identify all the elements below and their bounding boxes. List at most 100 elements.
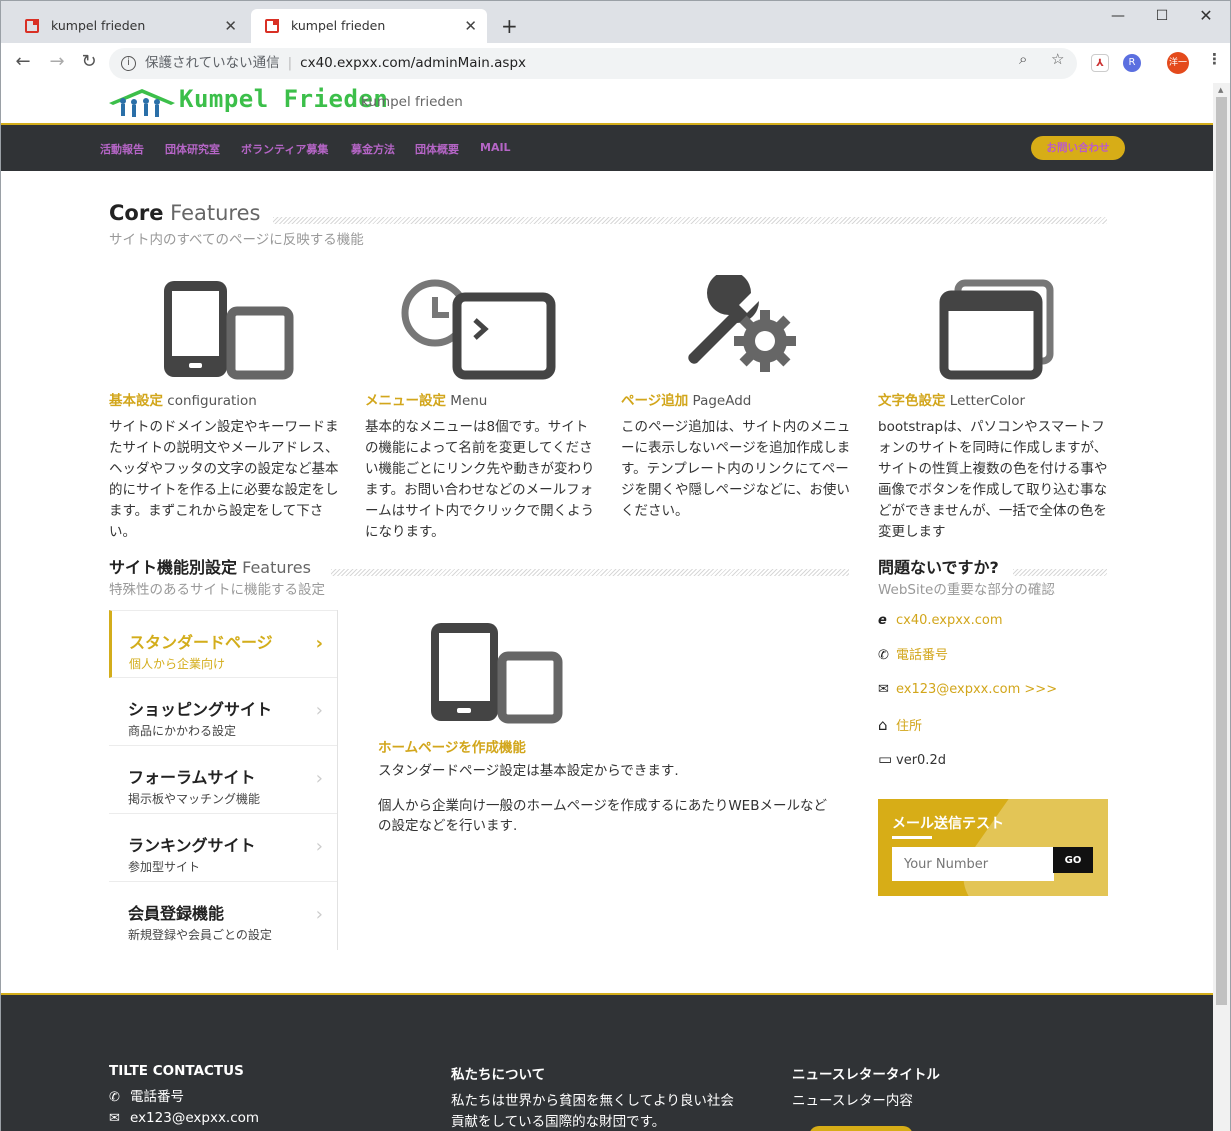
browser-toolbar: ← → ↻ i 保護されていない通信 | cx40.expxx.com/adminM…	[1, 43, 1230, 84]
phone-icon: ✆	[109, 1090, 120, 1105]
core-title-rest: Features	[170, 201, 261, 225]
pane-text-1: スタンダードページ設定は基本設定からできます.	[378, 763, 679, 779]
check-title: 問題ないですか?	[878, 558, 999, 577]
feature-menu: メニュー設定 Menu 基本的なメニューは8個です。サイトの機能によって名前を変…	[365, 275, 597, 543]
maximize-icon[interactable]: ☐	[1139, 5, 1185, 27]
favicon-icon	[265, 19, 279, 33]
nav-item-volunteer[interactable]: ボランティア募集	[241, 141, 328, 157]
menu-item-sub: 新規登録や会員ごとの設定	[128, 928, 272, 942]
menu-kebab-icon[interactable]: ⋮	[1207, 49, 1222, 69]
nav-item-about[interactable]: 団体概要	[415, 141, 459, 157]
site-logo[interactable]: Kumpel Frieden kumpel frieden	[109, 83, 529, 123]
feature-desc: 基本的なメニューは8個です。サイトの機能によって名前を変更してください機能ごとに…	[365, 419, 595, 540]
profile-avatar[interactable]: 洋一	[1167, 52, 1189, 74]
phone-icon: ✆	[878, 648, 889, 663]
house-people-icon	[109, 89, 175, 117]
monitor-icon: ▭	[878, 750, 893, 768]
mail-icon: ✉	[878, 682, 889, 697]
footer-newsletter-title: ニュースレタータイトル	[792, 1067, 940, 1083]
footer-phone[interactable]: ✆ 電話番号	[109, 1087, 259, 1108]
menu-item-title: ランキングサイト	[128, 836, 256, 855]
address-bar[interactable]: i 保護されていない通信 | cx40.expxx.com/adminMain.as…	[109, 48, 1077, 79]
footer-contact-title: TILTE CONTACTUS	[109, 1063, 244, 1079]
scroll-up-icon[interactable]: ▲	[1218, 86, 1223, 94]
page-viewport: Kumpel Frieden kumpel frieden 活動報告 団体研究室…	[0, 83, 1213, 1131]
pdf-extension-icon[interactable]: ⅄	[1091, 54, 1109, 72]
menu-item-title: フォーラムサイト	[128, 768, 256, 787]
feature-title: ページ追加 PageAdd	[621, 393, 752, 409]
check-address[interactable]: ⌂ 住所	[878, 716, 922, 736]
ie-icon: e	[878, 613, 887, 628]
menu-item-title: ショッピングサイト	[128, 700, 273, 719]
chevron-right-icon: ›	[315, 768, 323, 789]
feature-title: 基本設定 configuration	[109, 393, 257, 409]
menu-item-shopping[interactable]: ショッピングサイト 商品にかかわる設定 ›	[109, 678, 337, 746]
title-underline	[892, 836, 932, 839]
forward-icon[interactable]: →	[45, 51, 69, 73]
core-subtitle: サイト内のすべてのページに反映する機能	[109, 232, 364, 248]
menu-item-member[interactable]: 会員登録機能 新規登録や会員ごとの設定 ›	[109, 882, 337, 950]
info-icon[interactable]: i	[121, 56, 136, 71]
number-input[interactable]	[892, 847, 1054, 881]
footer-contact: TILTE CONTACTUS ✆ 電話番号 ✉ ex123@expxx.com	[109, 1063, 259, 1129]
check-subtitle: WebSiteの重要な部分の確認	[878, 582, 1055, 598]
omni-separator: |	[287, 55, 293, 71]
windows-icon	[878, 275, 1110, 385]
footer-email[interactable]: ✉ ex123@expxx.com	[109, 1108, 259, 1129]
devices-icon	[373, 619, 573, 728]
clock-window-icon	[365, 275, 597, 385]
close-tab-icon[interactable]: ✕	[464, 9, 477, 43]
check-domain[interactable]: e cx40.expxx.com	[878, 612, 1003, 630]
nav-item-donation[interactable]: 募金方法	[351, 141, 395, 157]
footer-about-text-1: 私たちは世界から貧困を無くしてより良い社会	[451, 1093, 734, 1109]
footer-newsletter: ニュースレタータイトル ニュースレター内容	[792, 1063, 940, 1112]
title-stripe	[1013, 569, 1107, 576]
check-email[interactable]: ✉ ex123@expxx.com >>>	[878, 681, 1057, 699]
devices-icon	[109, 275, 341, 385]
footer-about-title: 私たちについて	[451, 1067, 546, 1083]
tab-title: kumpel frieden	[291, 18, 386, 33]
feature-desc: サイトのドメイン設定やキーワードまたサイトの説明文やメールアドレス、ヘッダやフッ…	[109, 419, 339, 540]
check-version: ▭ ver0.2d	[878, 750, 946, 768]
feature-desc: bootstrapは、パソコンやスマートフォンのサイトを同時に作成しますが、サイ…	[878, 419, 1108, 540]
footer-newsletter-text: ニュースレター内容	[792, 1093, 913, 1109]
browser-tab-2[interactable]: kumpel frieden ✕	[251, 9, 487, 43]
go-button[interactable]: GO	[1053, 847, 1093, 873]
contact-button[interactable]: お問い合わせ	[1031, 136, 1125, 160]
site-features-title: サイト機能別設定 Features	[109, 554, 311, 578]
check-phone[interactable]: ✆ 電話番号	[878, 647, 948, 665]
menu-item-forum[interactable]: フォーラムサイト 掲示板やマッチング機能 ›	[109, 746, 337, 814]
menu-item-title: スタンダードページ	[129, 633, 273, 652]
browser-chrome: kumpel frieden ✕ kumpel frieden ✕ + — ☐ …	[0, 0, 1231, 84]
pane-text-2: 個人から企業向け一般のホームページを作成するにあたりWEBメールなどの設定などを…	[378, 798, 827, 834]
r-extension-icon[interactable]: R	[1123, 54, 1141, 72]
nav-item-mail[interactable]: MAIL	[480, 141, 511, 154]
scrollbar-thumb[interactable]	[1216, 97, 1227, 1005]
site-title-bold: サイト機能別設定	[109, 558, 238, 577]
menu-item-title: 会員登録機能	[128, 904, 225, 923]
mail-test-title: メール送信テスト	[892, 816, 1004, 832]
title-stripe	[273, 217, 1107, 224]
menu-item-sub: 参加型サイト	[128, 860, 201, 874]
window-close-icon[interactable]: ✕	[1183, 5, 1229, 27]
security-label: 保護されていない通信	[145, 55, 280, 71]
back-icon[interactable]: ←	[11, 51, 35, 73]
brand-name: Kumpel Frieden	[179, 85, 389, 113]
nav-item-lab[interactable]: 団体研究室	[165, 141, 220, 157]
reload-icon[interactable]: ↻	[77, 51, 101, 73]
feature-pageadd: ページ追加 PageAdd このページ追加は、サイト内のメニューに表示しないペー…	[621, 271, 853, 522]
feature-lettercolor: 文字色設定 LetterColor bootstrapは、パソコンやスマートフォ…	[878, 275, 1110, 543]
new-tab-icon[interactable]: +	[501, 13, 518, 39]
zoom-icon[interactable]: ⌕	[1019, 49, 1027, 69]
browser-tab-1[interactable]: kumpel frieden ✕	[11, 9, 247, 43]
menu-item-ranking[interactable]: ランキングサイト 参加型サイト ›	[109, 814, 337, 882]
nav-item-activity[interactable]: 活動報告	[100, 141, 144, 157]
bookmark-star-icon[interactable]: ☆	[1051, 49, 1064, 69]
close-tab-icon[interactable]: ✕	[224, 9, 237, 43]
chevron-right-icon: ›	[315, 836, 323, 857]
menu-item-standard[interactable]: スタンダードページ 個人から企業向け ›	[109, 610, 337, 678]
scrollbar[interactable]: ▲	[1213, 83, 1231, 1131]
footer-newsletter-button[interactable]	[809, 1126, 913, 1131]
chevron-right-icon: ›	[315, 904, 323, 925]
minimize-icon[interactable]: —	[1095, 5, 1141, 27]
